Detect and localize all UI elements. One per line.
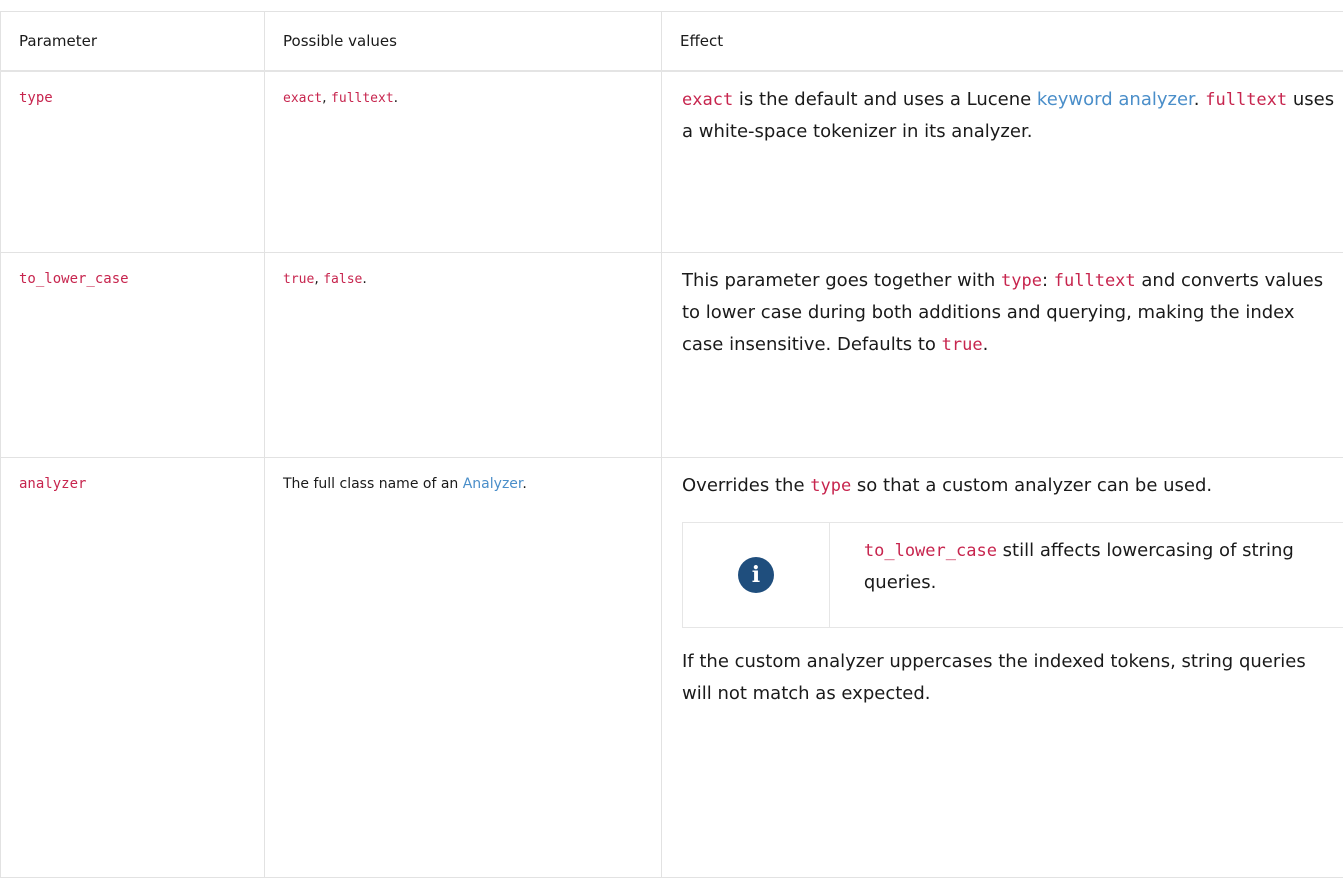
table-header-row: Parameter Possible values Effect [1, 12, 1343, 71]
effect-cell: This parameter goes together with type: … [662, 253, 1343, 458]
analyzer-link[interactable]: Analyzer [463, 476, 523, 492]
effect-cell: exact is the default and uses a Lucene k… [662, 71, 1343, 253]
param-name-cell: to_lower_case [1, 253, 265, 458]
effect-fragment: . [1194, 89, 1205, 110]
inline-code: fulltext [1054, 271, 1136, 291]
value-end: . [394, 90, 398, 106]
param-name: analyzer [19, 476, 86, 492]
inline-code: fulltext [1205, 90, 1287, 110]
effect-text: exact is the default and uses a Lucene k… [682, 84, 1335, 148]
info-icon: i [738, 557, 774, 593]
possible-values-cell: exact, fulltext. [265, 71, 662, 253]
inline-code: type [810, 476, 851, 496]
effect-fragment: : [1042, 270, 1054, 291]
table-row: analyzer The full class name of an Analy… [1, 458, 1343, 878]
effect-fragment: so that a custom analyzer can be used. [851, 475, 1212, 496]
note-text: to_lower_case still affects lowercasing … [830, 523, 1343, 627]
page: Parameter Possible values Effect type ex… [0, 0, 1343, 866]
value-code: fulltext [331, 91, 394, 106]
param-name: to_lower_case [19, 271, 129, 287]
value-separator: , [322, 90, 331, 106]
note-icon-cell: i [683, 523, 830, 627]
effect-fragment: Overrides the [682, 475, 810, 496]
effect-text: This parameter goes together with type: … [682, 265, 1335, 361]
note-admonition: i to_lower_case still affects lowercasin… [682, 522, 1343, 628]
effect-fragment: is the default and uses a Lucene [733, 89, 1037, 110]
value-code: true [283, 272, 314, 287]
inline-code: to_lower_case [864, 541, 997, 561]
value-separator: , [314, 271, 323, 287]
possible-values-cell: true, false. [265, 253, 662, 458]
effect-fragment: This parameter goes together with [682, 270, 1001, 291]
header-possible-values: Possible values [265, 12, 662, 71]
effect-text-2: If the custom analyzer uppercases the in… [682, 646, 1335, 710]
inline-code: true [942, 335, 983, 355]
value-code: false [323, 272, 362, 287]
value-end: . [362, 271, 366, 287]
param-name-cell: type [1, 71, 265, 253]
effect-text: Overrides the type so that a custom anal… [682, 470, 1335, 502]
header-effect: Effect [662, 12, 1343, 71]
keyword-analyzer-link[interactable]: keyword analyzer [1037, 89, 1194, 110]
table-row: type exact, fulltext. exact is the defau… [1, 71, 1343, 253]
value-code: exact [283, 91, 322, 106]
parameters-table: Parameter Possible values Effect type ex… [0, 11, 1343, 878]
effect-cell: Overrides the type so that a custom anal… [662, 458, 1343, 878]
inline-code: type [1001, 271, 1042, 291]
param-name-cell: analyzer [1, 458, 265, 878]
value-text: The full class name of an [283, 476, 463, 492]
param-name: type [19, 90, 53, 106]
inline-code: exact [682, 90, 733, 110]
header-parameter: Parameter [1, 12, 265, 71]
effect-fragment: . [983, 334, 989, 355]
value-end: . [522, 476, 526, 492]
table-row: to_lower_case true, false. This paramete… [1, 253, 1343, 458]
possible-values-cell: The full class name of an Analyzer. [265, 458, 662, 878]
